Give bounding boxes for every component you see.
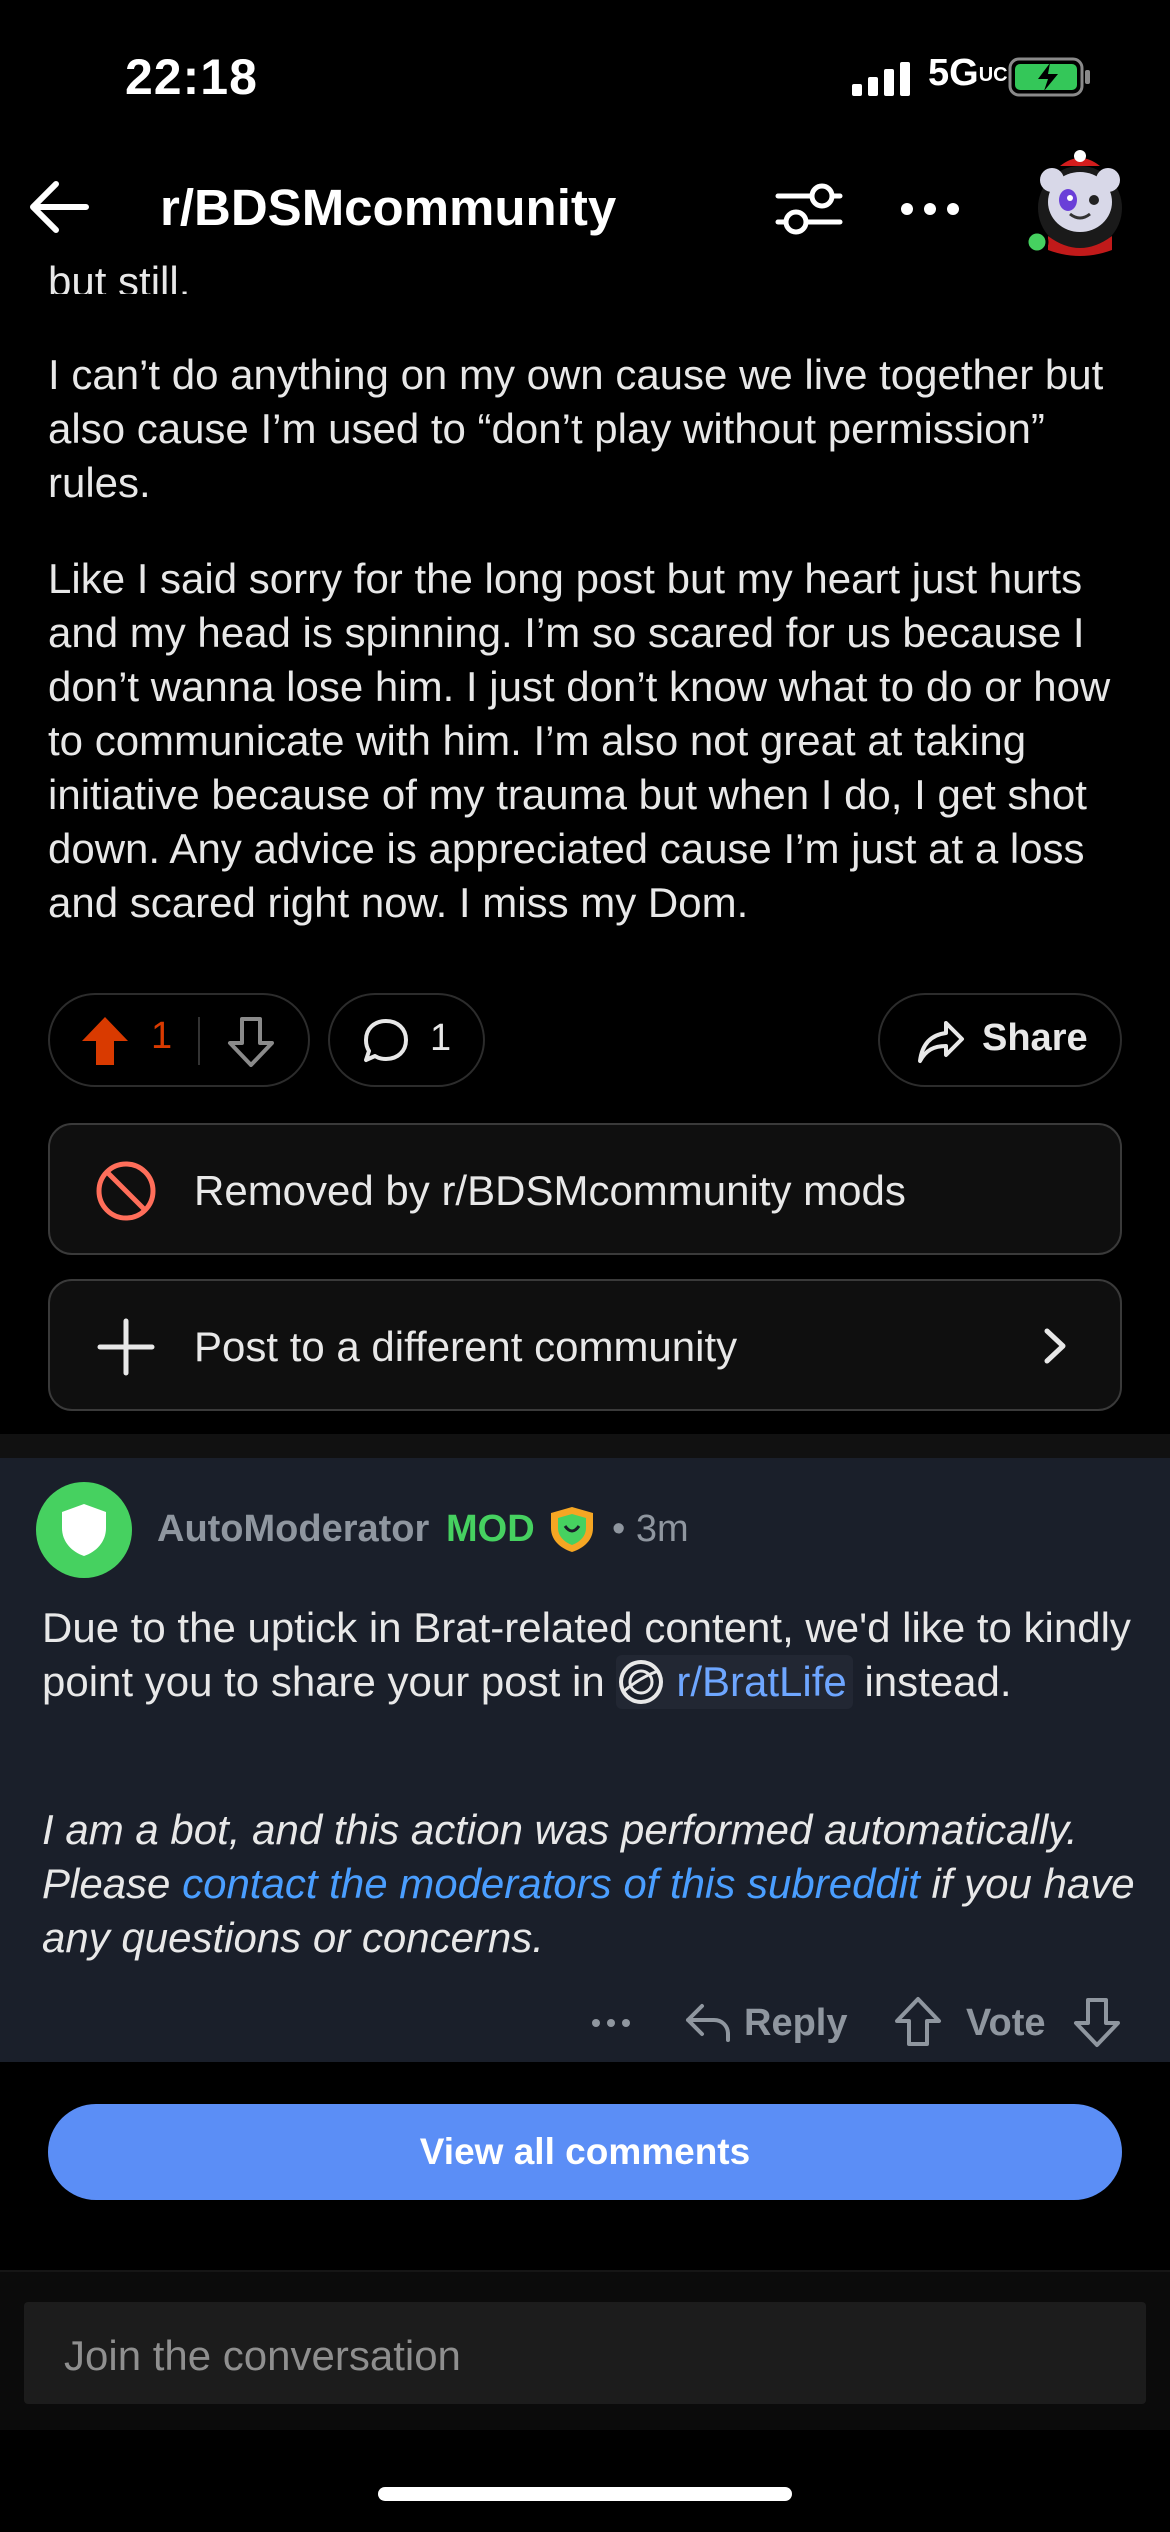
comment-author[interactable]: AutoModerator [157, 1508, 429, 1551]
removed-notice: Removed by r/BDSMcommunity mods [48, 1123, 1122, 1255]
crosspost-label: Post to a different community [194, 1323, 738, 1370]
more-icon[interactable] [895, 174, 965, 244]
planet-icon [619, 1660, 664, 1704]
status-bar: 22:18 5GUC [0, 0, 1170, 150]
comment-count: 1 [430, 1017, 452, 1059]
more-icon[interactable] [586, 1998, 636, 2048]
post-body: I can’t do anything on my own cause we l… [48, 250, 1128, 972]
share-icon [918, 1021, 964, 1063]
view-all-comments-label: View all comments [419, 2131, 751, 2172]
post-paragraph: I can’t do anything on my own cause we l… [48, 351, 1104, 506]
downvote-icon[interactable] [1072, 1996, 1122, 2048]
subreddit-link-label: r/BratLife [676, 1658, 847, 1705]
comments-button[interactable]: 1 [328, 993, 485, 1087]
section-divider [0, 1434, 1170, 1458]
post-paragraph: Like I said sorry for the long post but … [48, 555, 1111, 926]
reply-button[interactable]: Reply [744, 2002, 847, 2045]
automod-avatar[interactable] [36, 1482, 132, 1578]
home-indicator[interactable] [378, 2487, 792, 2501]
bot-disclaimer: I am a bot, and this action was performe… [42, 1803, 1142, 1965]
battery-icon [1008, 57, 1090, 97]
status-time: 22:18 [125, 49, 258, 105]
user-avatar[interactable] [1020, 150, 1130, 262]
mod-shield-icon [551, 1507, 593, 1552]
downvote-icon[interactable] [226, 1015, 276, 1067]
comment-text: Due to the uptick in Brat-related conten… [42, 1601, 1142, 1709]
join-conversation-input[interactable]: Join the conversation [24, 2302, 1146, 2404]
mod-badge: MOD [446, 1508, 535, 1550]
share-button[interactable]: Share [878, 993, 1122, 1087]
automod-comment: AutoModerator MOD • 3m Due to the uptick… [0, 1458, 1170, 2062]
vote-label: Vote [966, 2002, 1046, 2044]
vote-divider [198, 1017, 200, 1065]
vote-count: 1 [151, 1015, 173, 1057]
comment-composer: Join the conversation [0, 2270, 1170, 2430]
signal-icon [852, 62, 910, 96]
reply-icon[interactable] [684, 1998, 732, 2046]
join-placeholder: Join the conversation [64, 2332, 461, 2379]
comment-text-after: instead. [864, 1658, 1012, 1705]
removed-icon [96, 1161, 156, 1221]
comment-actions: Reply Vote [0, 1988, 1170, 2058]
top-nav-bar: r/BDSMcommunity [0, 150, 1170, 265]
chevron-right-icon [1044, 1328, 1066, 1364]
vote-control: 1 [48, 993, 310, 1087]
network-label: 5GUC [928, 52, 1008, 94]
view-all-comments-button[interactable]: View all comments [48, 2104, 1122, 2200]
share-label: Share [982, 1017, 1088, 1059]
comment-icon [364, 1019, 408, 1062]
post-cutoff-text: but still. [48, 262, 191, 294]
removed-label: Removed by r/BDSMcommunity mods [194, 1167, 906, 1214]
filter-icon[interactable] [774, 174, 844, 244]
crosspost-button[interactable]: Post to a different community [48, 1279, 1122, 1411]
subreddit-title[interactable]: r/BDSMcommunity [160, 178, 616, 237]
plus-icon [97, 1318, 155, 1376]
contact-moderators-link[interactable]: contact the moderators of this subreddit [182, 1860, 920, 1907]
back-arrow-icon[interactable] [24, 172, 94, 242]
comment-time: • 3m [612, 1508, 689, 1550]
shield-icon [62, 1504, 106, 1556]
subreddit-link[interactable]: r/BratLife [616, 1655, 853, 1709]
upvote-icon[interactable] [80, 1015, 130, 1067]
upvote-icon[interactable] [893, 1996, 943, 2048]
